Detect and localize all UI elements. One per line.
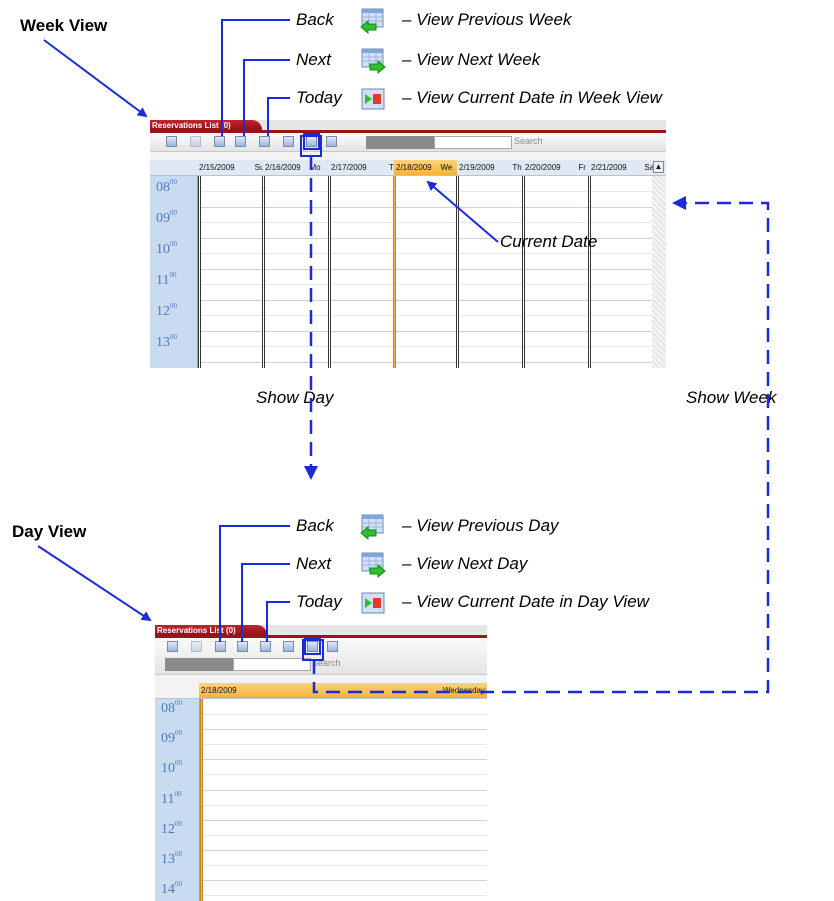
search-label: Search xyxy=(514,136,543,146)
new-reservation-icon[interactable] xyxy=(167,641,178,652)
day-today-desc: – View Current Date in Day View xyxy=(402,592,649,611)
day-abbrev: Th xyxy=(512,163,522,172)
new-reservation-icon[interactable] xyxy=(166,136,177,147)
day-date: 2/18/2009 xyxy=(396,163,432,172)
back-arrow-calendar-icon xyxy=(360,514,386,541)
time-12: 1200 xyxy=(161,820,182,837)
tab-strip: Reservations List (0) xyxy=(150,120,666,133)
time-14: 1400 xyxy=(161,880,182,897)
day-date: 2/19/2009 xyxy=(459,163,495,172)
show-day-annotation: Show Day xyxy=(256,388,334,407)
day-abbrev: Fr xyxy=(578,163,586,172)
time-11: 1100 xyxy=(161,790,182,807)
day-header-3[interactable]: 2/17/2009 Tu xyxy=(329,160,394,175)
week-toolbar: Search xyxy=(150,133,666,152)
next-button[interactable] xyxy=(235,136,246,147)
week-back-callout: Back xyxy=(296,10,334,29)
back-arrow-calendar-icon xyxy=(360,8,386,35)
week-today-desc: – View Current Date in Week View xyxy=(402,88,662,107)
week-today-callout: Today xyxy=(296,88,342,107)
day-date: 2/21/2009 xyxy=(591,163,627,172)
scroll-up-arrow-icon[interactable]: ▲ xyxy=(653,161,664,173)
week-next-desc: – View Next Week xyxy=(402,50,541,69)
day-date: 2/20/2009 xyxy=(525,163,561,172)
week-grid[interactable] xyxy=(198,176,652,368)
week-next-callout: Next xyxy=(296,50,331,69)
today-button[interactable] xyxy=(260,641,271,652)
week-back-desc: – View Previous Week xyxy=(402,10,572,29)
today-calendar-icon xyxy=(360,590,386,616)
day-grid[interactable] xyxy=(200,699,487,901)
time-08: 0800 xyxy=(156,178,177,195)
day-abbrev: Sa xyxy=(644,163,653,172)
delete-icon[interactable] xyxy=(191,641,202,652)
day-header-1[interactable]: 2/15/2009 Su xyxy=(197,160,263,175)
back-button[interactable] xyxy=(215,641,226,652)
back-button[interactable] xyxy=(214,136,225,147)
day-header-4-today[interactable]: 2/18/2009 We xyxy=(394,160,457,175)
tab-strip: Reservations List (0) xyxy=(155,625,487,638)
time-11: 1100 xyxy=(156,271,177,288)
day-today-callout: Today xyxy=(296,592,342,611)
show-month-button[interactable] xyxy=(326,136,337,147)
next-arrow-calendar-icon xyxy=(360,48,386,75)
day-date: 2/16/2009 xyxy=(265,163,301,172)
day-date: 2/15/2009 xyxy=(199,163,235,172)
week-time-column: 0800 0900 1000 1100 1200 1300 xyxy=(150,176,198,368)
day-header-today[interactable]: 2/18/2009 Wednesday xyxy=(199,683,487,698)
next-button[interactable] xyxy=(237,641,248,652)
day-next-callout: Next xyxy=(296,554,331,573)
time-12: 1200 xyxy=(156,302,177,319)
search-input[interactable] xyxy=(233,658,311,671)
show-month-button[interactable] xyxy=(327,641,338,652)
day-header-7[interactable]: 2/21/2009 Sa xyxy=(589,160,653,175)
delete-icon[interactable] xyxy=(190,136,201,147)
search-filter[interactable] xyxy=(165,658,233,671)
day-abbrev: We xyxy=(440,163,453,172)
day-header-6[interactable]: 2/20/2009 Fr xyxy=(523,160,589,175)
show-day-button[interactable] xyxy=(283,641,294,652)
today-button[interactable] xyxy=(259,136,270,147)
time-10: 1000 xyxy=(161,759,182,776)
time-10: 1000 xyxy=(156,240,177,257)
day-abbrev: Su xyxy=(254,163,263,172)
day-date: 2/17/2009 xyxy=(331,163,367,172)
day-back-callout: Back xyxy=(296,516,334,535)
next-arrow-calendar-icon xyxy=(360,552,386,579)
day-view-screenshot: Reservations List (0) Search 2/18/2009 W… xyxy=(155,625,487,901)
day-view-title: Day View xyxy=(12,522,87,541)
day-abbrev: Mo xyxy=(309,163,321,172)
time-09: 0900 xyxy=(161,729,182,746)
day-date: 2/18/2009 xyxy=(201,686,237,695)
search-input[interactable] xyxy=(434,136,512,149)
week-view-title: Week View xyxy=(20,16,108,35)
show-day-button[interactable] xyxy=(283,136,294,147)
time-13: 1300 xyxy=(161,850,182,867)
day-weekday: Wednesday xyxy=(442,686,485,695)
show-week-annotation: Show Week xyxy=(686,388,777,407)
day-header-2[interactable]: 2/16/2009 Mo xyxy=(263,160,329,175)
day-time-column: 0800 0900 1000 1100 1200 1300 1400 xyxy=(155,699,200,901)
current-date-annotation: Current Date xyxy=(500,232,598,251)
search-filter[interactable] xyxy=(366,136,434,149)
day-back-desc: – View Previous Day xyxy=(402,516,559,535)
day-header: 2/18/2009 Wednesday xyxy=(155,683,487,699)
week-day-header: 2/15/2009 Su 2/16/2009 Mo 2/17/2009 Tu 2… xyxy=(150,160,666,176)
search-label: Search xyxy=(312,658,341,668)
time-08: 0800 xyxy=(161,699,182,716)
vertical-scrollbar[interactable] xyxy=(652,176,666,368)
show-week-button[interactable] xyxy=(303,133,320,150)
time-13: 1300 xyxy=(156,333,177,350)
day-toolbar: Search xyxy=(155,638,487,675)
day-next-desc: – View Next Day xyxy=(402,554,528,573)
show-week-button[interactable] xyxy=(304,638,321,655)
today-calendar-icon xyxy=(360,86,386,112)
day-header-5[interactable]: 2/19/2009 Th xyxy=(457,160,523,175)
time-09: 0900 xyxy=(156,209,177,226)
